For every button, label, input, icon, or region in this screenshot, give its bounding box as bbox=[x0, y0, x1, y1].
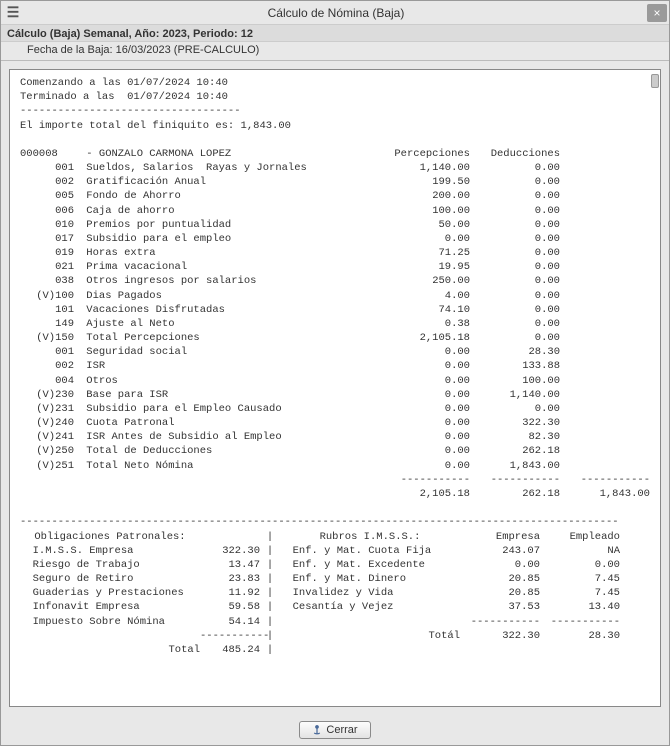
rubros-total-empleado: 28.30 bbox=[540, 629, 620, 643]
report-line: (V)250 Total de Deducciones0.00262.18 bbox=[20, 444, 650, 458]
report-line: 038 Otros ingresos por salarios250.000.0… bbox=[20, 274, 650, 288]
footer: Cerrar bbox=[1, 715, 669, 745]
oblig-row: Riesgo de Trabajo13.47| Enf. y Mat. Exce… bbox=[20, 558, 650, 572]
oblig-row: I.M.S.S. Empresa322.30| Enf. y Mat. Cuot… bbox=[20, 544, 650, 558]
report-line: 004 Otros0.00100.00 bbox=[20, 374, 650, 388]
titlebar: ☰ Cálculo de Nómina (Baja) × bbox=[1, 1, 669, 25]
report-line: (V)241 ISR Antes de Subsidio al Empleo0.… bbox=[20, 430, 650, 444]
col-deducciones: Deducciones bbox=[470, 147, 560, 161]
oblig-row: Impuesto Sobre Nómina54.14|-------------… bbox=[20, 615, 650, 629]
anchor-icon bbox=[312, 725, 322, 735]
oblig-title: Obligaciones Patronales: bbox=[20, 530, 200, 544]
col-empleado: Empleado bbox=[540, 530, 620, 544]
oblig-row: Seguro de Retiro23.83| Enf. y Mat. Diner… bbox=[20, 572, 650, 586]
rubros-title: Rubros I.M.S.S.: bbox=[280, 530, 460, 544]
col-empresa: Empresa bbox=[460, 530, 540, 544]
report-line: 001 Seguridad social0.0028.30 bbox=[20, 345, 650, 359]
report-line: (V)150 Total Percepciones2,105.180.00 bbox=[20, 331, 650, 345]
report-line: 010 Premios por puntualidad50.000.00 bbox=[20, 218, 650, 232]
report-line: (V)251 Total Neto Nómina0.001,843.00 bbox=[20, 459, 650, 473]
scrollbar-thumb[interactable] bbox=[651, 74, 659, 88]
oblig-total: 485.24 bbox=[200, 643, 260, 657]
employee-name: - GONZALO CARMONA LOPEZ bbox=[80, 147, 380, 161]
report-line: (V)230 Base para ISR0.001,140.00 bbox=[20, 388, 650, 402]
oblig-row: Guaderias y Prestaciones11.92| Invalidez… bbox=[20, 586, 650, 600]
col-percepciones: Percepciones bbox=[380, 147, 470, 161]
employee-id: 000008 bbox=[20, 147, 80, 161]
report-line: 006 Caja de ahorro100.000.00 bbox=[20, 204, 650, 218]
report-line: (V)231 Subsidio para el Empleo Causado0.… bbox=[20, 402, 650, 416]
baja-date: Fecha de la Baja: 16/03/2023 (PRE-CALCUL… bbox=[1, 42, 669, 61]
payroll-window: ☰ Cálculo de Nómina (Baja) × Cálculo (Ba… bbox=[0, 0, 670, 746]
report-line: 002 Gratificación Anual199.500.00 bbox=[20, 175, 650, 189]
content-area: Comenzando a las 01/07/2024 10:40Termina… bbox=[1, 61, 669, 715]
report-line: 019 Horas extra71.250.00 bbox=[20, 246, 650, 260]
report-line: 001 Sueldos, Salarios Rayas y Jornales1,… bbox=[20, 161, 650, 175]
report-line: 005 Fondo de Ahorro200.000.00 bbox=[20, 189, 650, 203]
close-icon[interactable]: × bbox=[647, 4, 667, 22]
sum-ded: 262.18 bbox=[470, 487, 560, 501]
report-output: Comenzando a las 01/07/2024 10:40Termina… bbox=[9, 69, 661, 707]
oblig-row: Infonavit Empresa59.58| Cesantía y Vejez… bbox=[20, 600, 650, 614]
rubros-total-empresa: 322.30 bbox=[460, 629, 540, 643]
close-button-label: Cerrar bbox=[326, 724, 357, 736]
close-button[interactable]: Cerrar bbox=[299, 721, 370, 739]
menu-icon[interactable]: ☰ bbox=[1, 4, 25, 21]
report-line: 017 Subsidio para el empleo0.000.00 bbox=[20, 232, 650, 246]
report-line: 021 Prima vacacional19.950.00 bbox=[20, 260, 650, 274]
report-line: (V)100 Dias Pagados4.000.00 bbox=[20, 289, 650, 303]
report-line: 149 Ajuste al Neto0.380.00 bbox=[20, 317, 650, 331]
report-line: 101 Vacaciones Disfrutadas74.100.00 bbox=[20, 303, 650, 317]
sum-perc: 2,105.18 bbox=[380, 487, 470, 501]
calc-header: Cálculo (Baja) Semanal, Año: 2023, Perio… bbox=[1, 25, 669, 42]
window-title: Cálculo de Nómina (Baja) bbox=[25, 6, 647, 20]
report-line: (V)240 Cuota Patronal0.00322.30 bbox=[20, 416, 650, 430]
sum-net: 1,843.00 bbox=[560, 487, 650, 501]
report-line: 002 ISR0.00133.88 bbox=[20, 359, 650, 373]
